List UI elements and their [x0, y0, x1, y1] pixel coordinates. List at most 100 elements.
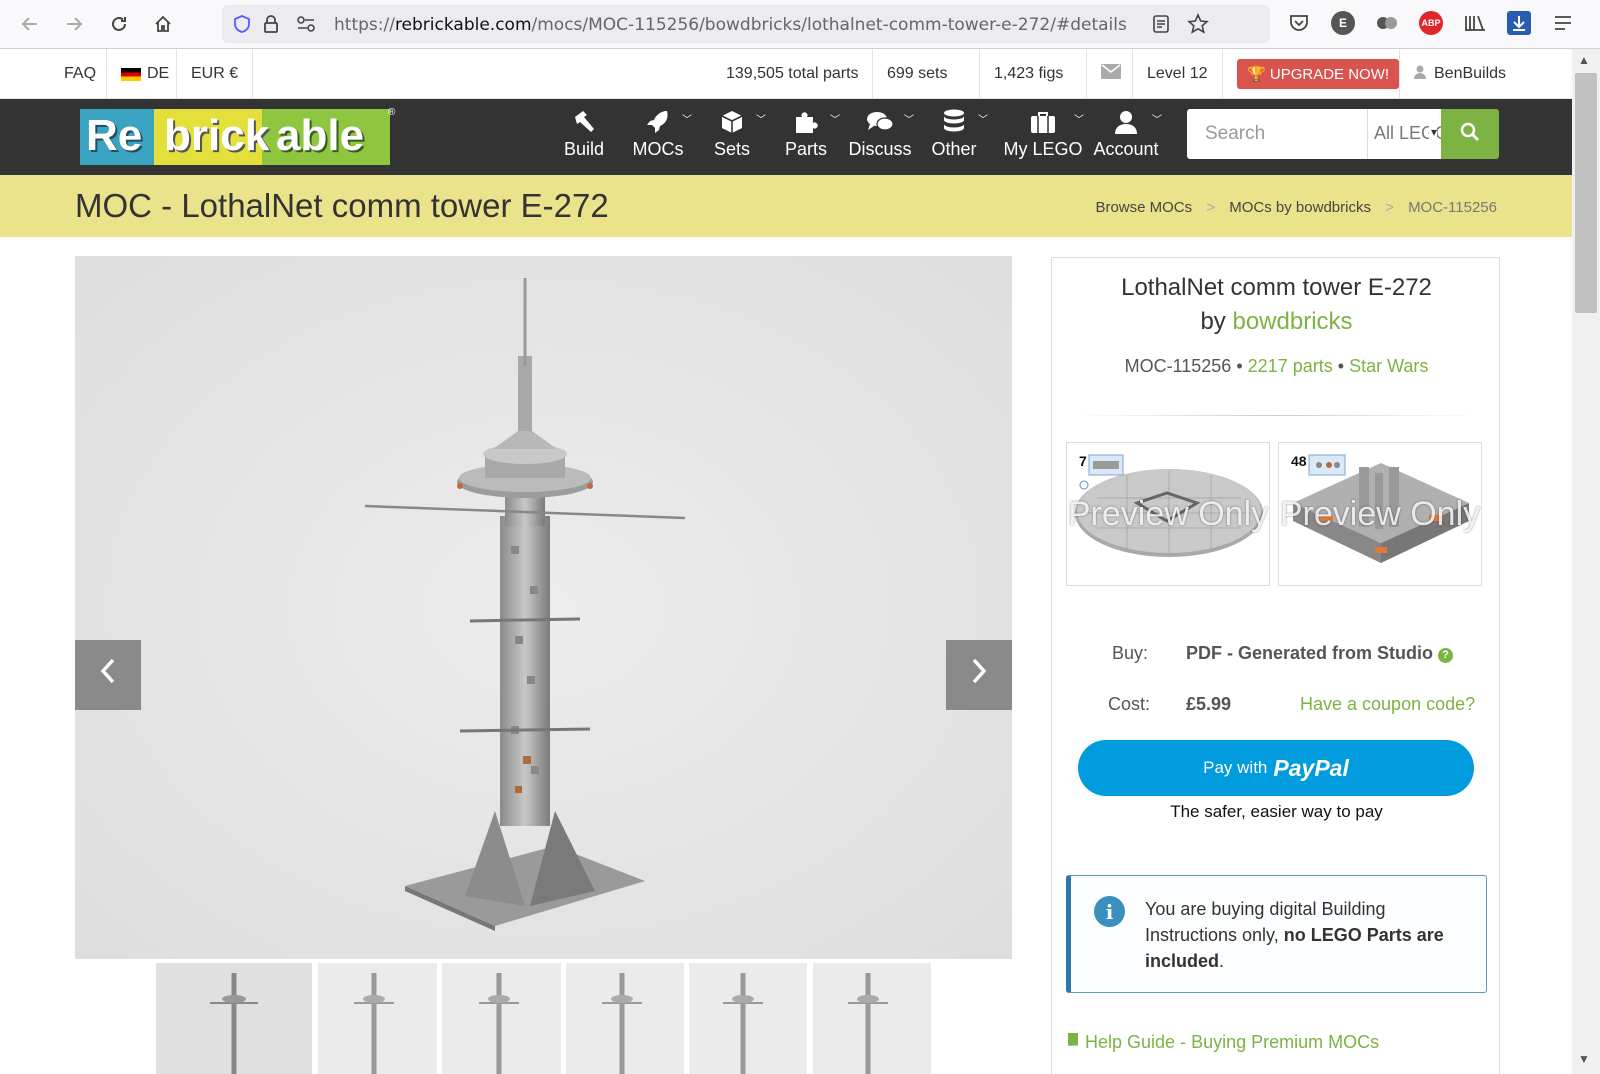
trophy-icon: 🏆 — [1247, 66, 1266, 83]
gallery-thumbnail[interactable] — [318, 963, 437, 1074]
nav-my-lego-label: My LEGO — [1003, 139, 1083, 159]
cost-label: Cost: — [1108, 694, 1151, 714]
gallery-thumbnail[interactable] — [566, 963, 684, 1074]
nav-mocs[interactable]: MOCs ﹀ — [622, 105, 694, 160]
nav-parts[interactable]: Parts ﹀ — [770, 105, 842, 160]
figs-count-link[interactable]: 1,423 figs — [979, 49, 1077, 99]
scroll-down-icon[interactable]: ▼ — [1578, 1052, 1590, 1066]
bookmark-star-icon[interactable] — [1187, 13, 1209, 40]
library-icon[interactable] — [1463, 11, 1487, 35]
help-guide-link[interactable]: Help Guide - Buying Premium MOCs — [1066, 1032, 1379, 1053]
chevron-down-icon: ﹀ — [978, 115, 988, 126]
adblock-icon[interactable]: ABP — [1419, 11, 1443, 35]
instruction-preview[interactable]: 7 Preview Only — [1066, 442, 1270, 586]
url-bar[interactable]: https://rebrickable.com/mocs/MOC-115256/… — [222, 5, 1270, 43]
search-input[interactable]: Search — [1187, 109, 1367, 159]
reader-view-icon[interactable] — [1152, 14, 1170, 39]
upgrade-button[interactable]: 🏆 UPGRADE NOW! — [1237, 59, 1400, 89]
back-icon[interactable] — [17, 11, 43, 37]
main-navbar: Re brick able ® Build MOCs ﹀ Sets ﹀ Part… — [0, 99, 1572, 175]
extension-e-icon[interactable]: E — [1331, 11, 1355, 35]
user-menu[interactable]: BenBuilds — [1399, 49, 1520, 99]
lock-icon[interactable] — [262, 14, 280, 39]
preview-watermark: Preview Only — [1279, 495, 1481, 533]
divider — [1072, 415, 1481, 416]
figs-count-label: 1,423 figs — [994, 65, 1064, 82]
page-scrollbar[interactable]: ▲ ▼ — [1572, 49, 1600, 1074]
gallery-prev-button[interactable] — [75, 640, 141, 710]
reload-icon[interactable] — [106, 11, 132, 37]
gallery-thumbnail[interactable] — [156, 963, 312, 1074]
url-path: /mocs/MOC-115256/bowdbricks/lothalnet-co… — [531, 15, 1127, 35]
logo-part-brick: brick — [164, 111, 270, 160]
top-info-bar: FAQ DE EUR € 139,505 total parts 699 set… — [0, 49, 1572, 99]
gallery-thumbnail[interactable] — [689, 963, 807, 1074]
rebrickable-logo[interactable]: Re brick able ® — [80, 107, 398, 169]
total-parts-link[interactable]: 139,505 total parts — [712, 49, 873, 99]
permissions-icon[interactable] — [296, 15, 316, 38]
level-link[interactable]: Level 12 — [1132, 49, 1222, 99]
gallery-thumbnail[interactable] — [813, 963, 931, 1074]
download-icon[interactable] — [1507, 11, 1531, 35]
faq-link[interactable]: FAQ — [50, 49, 110, 99]
chevron-down-icon: ﹀ — [1152, 115, 1162, 126]
scroll-up-icon[interactable]: ▲ — [1578, 53, 1590, 67]
page-title: MOC - LothalNet comm tower E-272 — [75, 187, 609, 224]
sets-count-link[interactable]: 699 sets — [872, 49, 961, 99]
theme-link[interactable]: Star Wars — [1349, 356, 1428, 376]
preview-step-number: 7 — [1079, 453, 1087, 469]
chevron-right-icon — [970, 657, 988, 693]
breadcrumb: Browse MOCs > MOCs by bowdbricks > MOC-1… — [1095, 199, 1497, 216]
moc-name: LothalNet comm tower E-272 — [1121, 274, 1432, 301]
chevron-down-icon: ﹀ — [1074, 115, 1084, 126]
upgrade-wrap: 🏆 UPGRADE NOW! — [1222, 49, 1413, 99]
language-selector[interactable]: DE — [106, 49, 183, 99]
chevron-down-icon: ﹀ — [904, 115, 914, 126]
language-label: DE — [147, 65, 170, 82]
pocket-icon[interactable] — [1287, 11, 1311, 35]
search-button[interactable] — [1441, 109, 1499, 159]
forward-icon[interactable] — [61, 11, 87, 37]
by-label: by — [1200, 308, 1226, 335]
search-scope-select[interactable]: All LEGO▾ — [1367, 109, 1441, 159]
nav-mocs-label: MOCs — [632, 139, 684, 159]
nav-account[interactable]: Account ﹀ — [1088, 105, 1164, 160]
currency-selector[interactable]: EUR € — [176, 49, 254, 99]
logo-part-re: Re — [86, 111, 143, 160]
messages-link[interactable] — [1086, 49, 1132, 99]
nav-my-lego[interactable]: My LEGO ﹀ — [1000, 105, 1086, 160]
nav-sets[interactable]: Sets ﹀ — [696, 105, 768, 160]
gallery-thumbnail[interactable] — [442, 963, 561, 1074]
chevron-down-icon: ﹀ — [830, 115, 840, 126]
extension-circles-icon[interactable] — [1375, 11, 1399, 35]
breadcrumb-mocs-by-author[interactable]: MOCs by bowdbricks — [1229, 199, 1371, 216]
nav-build[interactable]: Build — [548, 105, 620, 160]
paypal-button[interactable]: Pay with PayPal — [1078, 740, 1474, 796]
nav-discuss[interactable]: Discuss ﹀ — [844, 105, 916, 160]
paypal-logo: PayPal — [1273, 754, 1349, 781]
nav-other[interactable]: Other ﹀ — [918, 105, 990, 160]
user-icon — [1414, 65, 1426, 84]
moc-author-line: by bowdbricks — [1052, 308, 1501, 336]
sets-count-label: 699 sets — [887, 65, 948, 82]
coupon-link[interactable]: Have a coupon code? — [1300, 694, 1475, 715]
instruction-preview[interactable]: 48 Preview Only — [1278, 442, 1482, 586]
breadcrumb-browse-mocs[interactable]: Browse MOCs — [1095, 199, 1192, 216]
author-link[interactable]: bowdbricks — [1232, 308, 1352, 335]
home-icon[interactable] — [150, 11, 176, 37]
moc-meta: MOC-115256 • 2217 parts • Star Wars — [1052, 356, 1501, 377]
chevron-down-icon: ▾ — [1428, 125, 1437, 139]
level-label: Level 12 — [1147, 65, 1208, 82]
shield-icon[interactable] — [232, 14, 252, 39]
nav-discuss-label: Discuss — [848, 139, 912, 159]
scrollbar-thumb[interactable] — [1575, 73, 1597, 313]
nav-parts-label: Parts — [784, 139, 827, 159]
menu-icon[interactable] — [1551, 11, 1575, 35]
breadcrumb-separator: > — [1385, 199, 1394, 216]
logo-part-able: able — [276, 111, 365, 160]
chevron-down-icon: ﹀ — [682, 115, 692, 126]
question-circle-icon[interactable]: ? — [1438, 648, 1454, 663]
paypal-tagline: The safer, easier way to pay — [1170, 802, 1383, 821]
gallery-next-button[interactable] — [946, 640, 1012, 710]
parts-count-link[interactable]: 2217 parts — [1248, 356, 1333, 376]
